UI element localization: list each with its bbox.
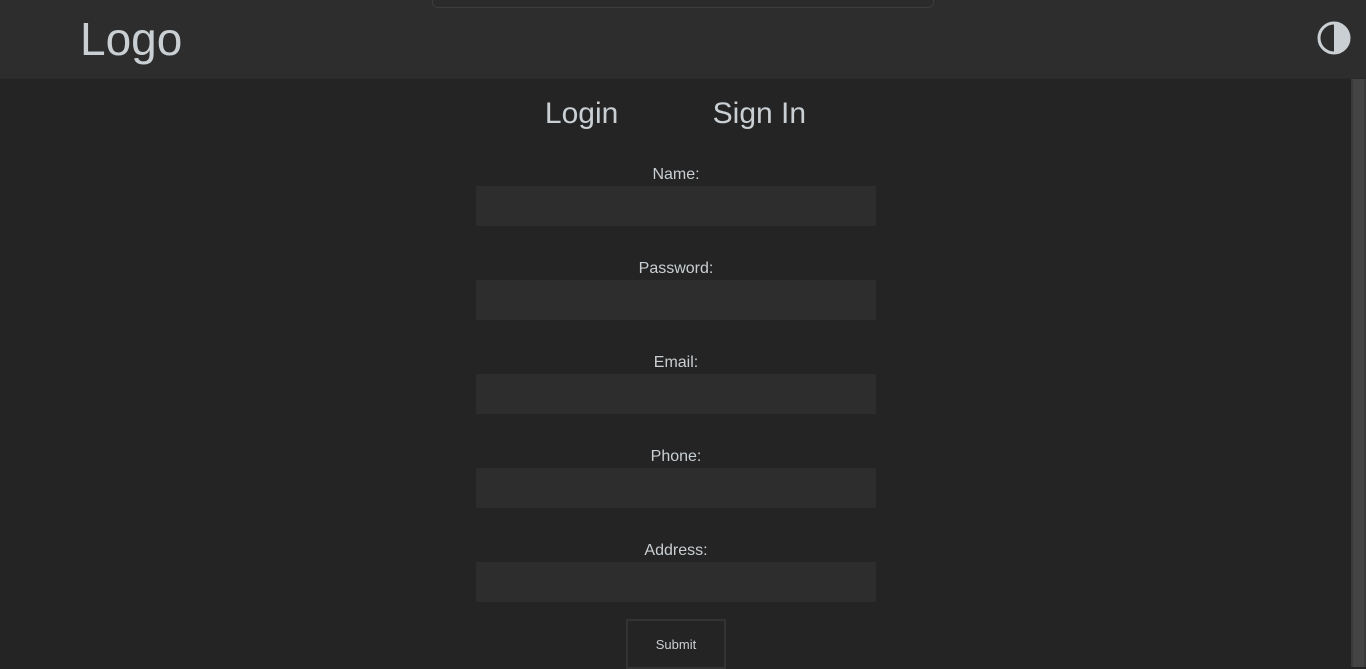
address-input[interactable]: [476, 562, 876, 602]
password-input[interactable]: [476, 280, 876, 320]
email-field-group: Email:: [476, 352, 876, 446]
submit-button[interactable]: Submit: [626, 619, 726, 669]
email-label: Email:: [653, 354, 699, 371]
tab-sign-in[interactable]: Sign In: [713, 94, 806, 134]
tab-login[interactable]: Login: [545, 94, 618, 134]
top-bar-sliver: [432, 0, 934, 8]
header: Logo: [0, 0, 1366, 79]
email-input[interactable]: [476, 374, 876, 414]
address-label: Address:: [644, 542, 708, 559]
auth-tabs: Login Sign In: [0, 94, 1351, 134]
submit-container: Submit: [626, 619, 726, 669]
name-input[interactable]: [476, 186, 876, 226]
phone-field-group: Phone:: [476, 446, 876, 540]
phone-input[interactable]: [476, 468, 876, 508]
name-label: Name:: [652, 166, 700, 183]
phone-label: Phone:: [650, 448, 702, 465]
name-field-group: Name:: [476, 164, 876, 258]
logo[interactable]: Logo: [80, 12, 182, 66]
signup-form: Name: Password: Email: Phone: Address:: [476, 164, 876, 634]
scrollbar-thumb[interactable]: [1353, 79, 1364, 667]
contrast-icon[interactable]: [1316, 20, 1352, 56]
password-label: Password:: [638, 260, 714, 277]
password-field-group: Password:: [476, 258, 876, 352]
